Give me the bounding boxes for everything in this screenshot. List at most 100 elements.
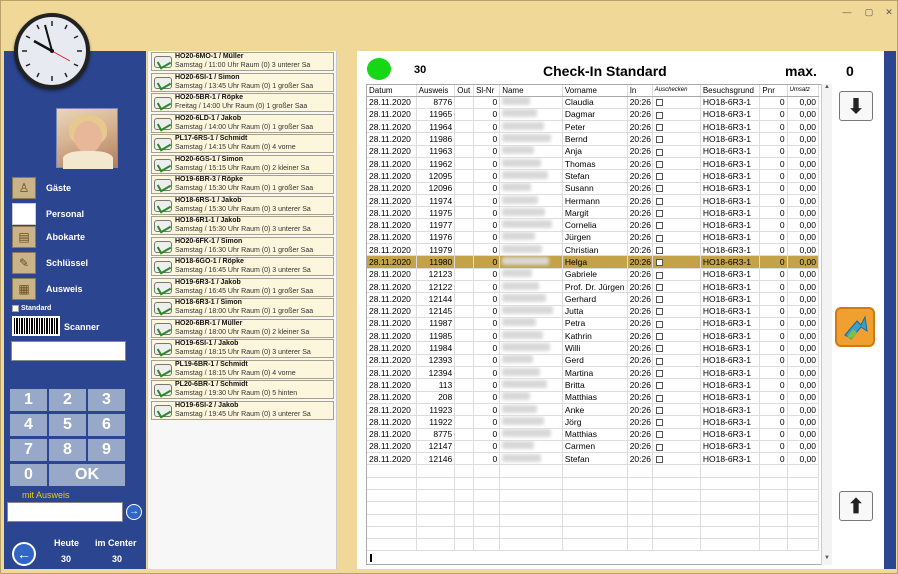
scanner-input[interactable] <box>11 341 126 361</box>
course-item[interactable]: HO20-5BR-1 / Röpke Freitag / 14:00 Uhr Ra… <box>151 93 334 112</box>
scroll-up-icon[interactable]: ▲ <box>822 84 832 94</box>
course-item[interactable]: HO18-6RS-1 / Jakob Samstag / 15:30 Uhr Ra… <box>151 195 334 215</box>
column-header[interactable]: In <box>627 85 653 97</box>
table-row[interactable]: 28.11.2020 12394 0 Martina 20:26 HO18-6R3-1 0 0… <box>367 366 820 380</box>
course-item[interactable]: HO20-6SI-1 / Simon Samstag / 13:45 Uhr Ra… <box>151 72 334 92</box>
maximize-button[interactable]: ▢ <box>861 5 877 19</box>
auschecken-checkbox[interactable] <box>652 378 701 392</box>
auschecken-checkbox[interactable] <box>652 292 701 306</box>
vertical-scrollbar[interactable]: ▲ ▼ <box>821 84 832 565</box>
checkout-button[interactable] <box>835 307 875 347</box>
up-arrow-button[interactable]: ⬆ <box>839 491 873 521</box>
table-row[interactable]: 28.11.2020 11964 0 Peter 20:26 HO18-6R3-1 0 0,0… <box>367 120 820 134</box>
enter-arrow-icon[interactable]: → <box>126 504 142 520</box>
ausweis-input[interactable] <box>7 502 123 522</box>
table-row[interactable]: 28.11.2020 12096 0 Susann 20:26 HO18-6R3-1 0 0,… <box>367 182 820 195</box>
course-item[interactable]: PL19-6BR-1 / Schmidt Samstag / 18:15 Uhr … <box>151 359 334 379</box>
table-row[interactable]: 28.11.2020 11965 0 Dagmar 20:26 HO18-6R3-1 0 0,… <box>367 108 820 122</box>
table-row[interactable]: 28.11.2020 11962 0 Thomas 20:26 HO18-6R3-1 0 0,… <box>367 157 820 171</box>
sidebar-item-schluessel[interactable]: ✎ Schlüssel <box>12 252 142 274</box>
table-row[interactable]: 28.11.2020 11975 0 Margit 20:26 HO18-6R3-1 0 0,… <box>367 206 820 220</box>
key-9[interactable]: 9 <box>88 439 125 461</box>
auschecken-checkbox[interactable] <box>652 108 701 122</box>
course-item[interactable]: HO18-6R3-1 / Simon Samstag / 18:00 Uhr Ra… <box>151 298 334 317</box>
auschecken-checkbox[interactable] <box>652 268 701 281</box>
auschecken-checkbox[interactable] <box>652 403 701 417</box>
column-header[interactable]: Umsatz <box>787 85 820 97</box>
sidebar-item-gaeste[interactable]: ♙ Gäste <box>12 177 142 199</box>
course-item[interactable]: HO20-6MO-1 / Müller Samstag / 11:00 Uhr R… <box>151 52 334 71</box>
table-row[interactable]: 28.11.2020 11977 0 Cornelia 20:26 HO18-6R3-1 0… <box>367 218 820 232</box>
course-item[interactable]: HO19-6R3-1 / Jakob Samstag / 16:45 Uhr Ra… <box>151 277 334 297</box>
auschecken-checkbox[interactable] <box>652 440 701 454</box>
table-row[interactable]: 28.11.2020 8775 0 Matthias 20:26 HO18-6R3-1 0 0… <box>367 428 820 441</box>
auschecken-checkbox[interactable] <box>652 96 701 109</box>
course-item[interactable]: HO18-6GO-1 / Röpke Samstag / 16:45 Uhr Ra… <box>151 257 334 276</box>
auschecken-checkbox[interactable] <box>652 157 701 171</box>
sidebar-item-ausweis[interactable]: ▦ Ausweis <box>12 278 142 300</box>
column-header[interactable]: Vorname <box>562 85 628 97</box>
back-arrow-icon[interactable]: ← <box>12 542 36 566</box>
key-1[interactable]: 1 <box>10 389 47 411</box>
auschecken-checkbox[interactable] <box>652 243 701 257</box>
auschecken-checkbox[interactable] <box>652 206 701 220</box>
key-5[interactable]: 5 <box>49 414 86 436</box>
auschecken-checkbox[interactable] <box>652 169 701 183</box>
auschecken-checkbox[interactable] <box>652 366 701 380</box>
key-3[interactable]: 3 <box>88 389 125 411</box>
auschecken-checkbox[interactable] <box>652 182 701 195</box>
table-row[interactable]: 28.11.2020 11922 0 Jörg 20:26 HO18-6R3-1 0 0,00 <box>367 415 820 429</box>
key-4[interactable]: 4 <box>10 414 47 436</box>
table-row[interactable]: 28.11.2020 12147 0 Carmen 20:26 HO18-6R3-1 0 0,… <box>367 440 820 454</box>
auschecken-checkbox[interactable] <box>652 354 701 368</box>
course-item[interactable]: HO19-6SI-2 / Jakob Samstag / 19:45 Uhr Ra… <box>151 400 334 420</box>
auschecken-checkbox[interactable] <box>652 231 701 245</box>
standard-checkbox[interactable]: Standard <box>12 305 51 312</box>
key-7[interactable]: 7 <box>10 439 47 461</box>
sidebar-item-personal[interactable]: Personal <box>12 203 142 225</box>
sidebar-item-abokarte[interactable]: ▤ Abokarte <box>12 226 142 248</box>
course-item[interactable]: HO18-6R1-1 / Jakob Samstag / 15:30 Uhr Ra… <box>151 216 334 235</box>
checkbox-box[interactable] <box>12 305 19 312</box>
auschecken-checkbox[interactable] <box>652 145 701 158</box>
column-header[interactable]: Pnr <box>759 85 788 97</box>
table-row[interactable]: 28.11.2020 11963 0 Anja 20:26 HO18-6R3-1 0 0,00 <box>367 145 820 158</box>
column-header[interactable]: Datum <box>367 85 417 97</box>
table-row[interactable]: 28.11.2020 12122 0 Prof. Dr. Jürgen 20:26 HO1… <box>367 280 820 294</box>
table-row[interactable]: 28.11.2020 11980 0 Helga 20:26 HO18-6R3-1 0 0,0… <box>367 255 820 269</box>
table-row[interactable]: 28.11.2020 12144 0 Gerhard 20:26 HO18-6R3-1 0 0… <box>367 292 820 306</box>
auschecken-checkbox[interactable] <box>652 255 701 269</box>
auschecken-checkbox[interactable] <box>652 415 701 429</box>
table-row[interactable]: 28.11.2020 11984 0 Willi 20:26 HO18-6R3-1 0 0,0… <box>367 341 820 355</box>
auschecken-checkbox[interactable] <box>652 280 701 294</box>
course-item[interactable]: HO20-6LD-1 / Jakob Samstag / 14:00 Uhr Ra… <box>151 113 334 133</box>
table-row[interactable]: 28.11.2020 113 0 Britta 20:26 HO18-6R3-1 0 0,00 <box>367 378 820 392</box>
table-row[interactable]: 28.11.2020 11979 0 Christian 20:26 HO18-6R3-1… <box>367 243 820 257</box>
ok-button[interactable]: OK <box>49 464 125 486</box>
table-row[interactable]: 28.11.2020 12393 0 Gerd 20:26 HO18-6R3-1 0 0,00 <box>367 354 820 368</box>
key-0[interactable]: 0 <box>10 464 47 486</box>
auschecken-checkbox[interactable] <box>652 218 701 232</box>
course-item[interactable]: HO20-6BR-1 / Müller Samstag / 18:00 Uhr R… <box>151 318 334 338</box>
course-item[interactable]: HO20-6FK-1 / Simon Samstag / 16:30 Uhr Ra… <box>151 236 334 256</box>
column-header[interactable]: Out <box>454 85 475 97</box>
course-item[interactable]: HO19-6BR-3 / Röpke Samstag / 15:30 Uhr Ra… <box>151 175 334 194</box>
course-item[interactable]: PL17-6RS-1 / Schmidt Samstag / 14:15 Uhr … <box>151 134 334 153</box>
course-item[interactable]: HO20-6GS-1 / Simon Samstag / 15:15 Uhr Ra… <box>151 154 334 174</box>
table-row[interactable]: 28.11.2020 12123 0 Gabriele 20:26 HO18-6R3-1 0… <box>367 268 820 281</box>
course-item[interactable]: HO19-6SI-1 / Jakob Samstag / 18:15 Uhr Ra… <box>151 339 334 358</box>
column-header[interactable]: Besuchsgrund <box>700 85 761 97</box>
table-row[interactable]: 28.11.2020 12095 0 Stefan 20:26 HO18-6R3-1 0 0,… <box>367 169 820 183</box>
auschecken-checkbox[interactable] <box>652 132 701 146</box>
auschecken-checkbox[interactable] <box>652 329 701 343</box>
scroll-down-icon[interactable]: ▼ <box>822 555 832 565</box>
key-2[interactable]: 2 <box>49 389 86 411</box>
table-row[interactable]: 28.11.2020 208 0 Matthias 20:26 HO18-6R3-1 0 0,… <box>367 391 820 404</box>
table-row[interactable]: 28.11.2020 8776 0 Claudia 20:26 HO18-6R3-1 0 0,… <box>367 96 820 109</box>
table-row[interactable]: 28.11.2020 11985 0 Kathrin 20:26 HO18-6R3-1 0 0… <box>367 329 820 343</box>
auschecken-checkbox[interactable] <box>652 305 701 318</box>
table-row[interactable]: 28.11.2020 11986 0 Bernd 20:26 HO18-6R3-1 0 0,0… <box>367 132 820 146</box>
table-row[interactable]: 28.11.2020 12145 0 Jutta 20:26 HO18-6R3-1 0 0,0… <box>367 305 820 318</box>
table-row[interactable]: 28.11.2020 11976 0 Jürgen 20:26 HO18-6R3-1 0 0,… <box>367 231 820 245</box>
auschecken-checkbox[interactable] <box>652 317 701 331</box>
